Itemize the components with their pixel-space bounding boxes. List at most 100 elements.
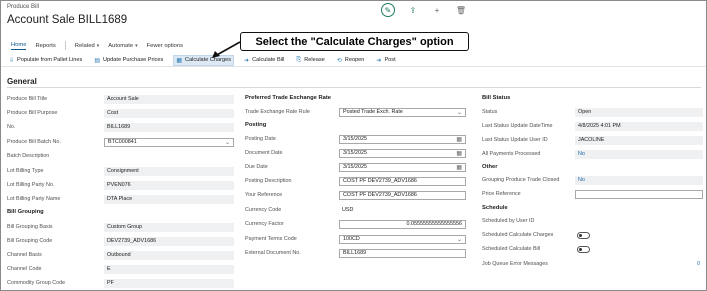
field-grouping-code: Bill Grouping Code DEV2739_ADV1686 — [7, 236, 234, 246]
edit-icon[interactable]: ✎ — [381, 3, 395, 17]
field-value: No — [575, 149, 703, 159]
tab-reports[interactable]: Reports — [35, 43, 55, 49]
release-icon: ⎘ — [296, 56, 302, 63]
field-value: DEV2739_ADV1686 — [104, 236, 234, 246]
menu-automate[interactable]: Automate ▾ — [108, 43, 137, 49]
due-date-value: 3/15/2025 — [343, 164, 367, 170]
payment-terms-value: 100CD — [343, 236, 360, 242]
field-batch-description: Batch Description — [7, 151, 49, 161]
external-doc-input[interactable]: BILL1689 — [339, 248, 466, 258]
field-label: Commodity Group Code — [7, 280, 66, 286]
field-document-date: Document Date 3/15/2025 ▦ — [245, 148, 466, 158]
post-button[interactable]: ➔ Post — [374, 55, 397, 66]
field-label: Channel Code — [7, 266, 42, 272]
field-label: All Payments Processed — [482, 151, 541, 157]
callout-arrow — [212, 41, 241, 58]
field-value: Consignment — [104, 166, 234, 176]
field-scheduled-calc-bill: Scheduled Calculate Bill — [482, 244, 540, 254]
batch-no-select[interactable]: BTC000841 ⌄ — [104, 137, 234, 147]
chevron-down-icon: ⌄ — [456, 236, 462, 243]
field-value: Open — [575, 107, 703, 117]
field-value: E — [104, 264, 234, 274]
due-date-input[interactable]: 3/15/2025 ▦ — [339, 162, 466, 172]
field-label: Currency Code — [245, 207, 282, 213]
chevron-down-icon: ⌄ — [224, 139, 230, 146]
field-grouping-basis: Bill Grouping Basis Custom Group — [7, 222, 234, 232]
field-label: Scheduled Calculate Bill — [482, 246, 541, 252]
field-job-queue-errors: Job Queue Error Messages 0 — [482, 259, 700, 269]
field-label: No. — [7, 124, 16, 130]
field-value: Outbound — [104, 250, 234, 260]
field-posting-description: Posting Description COST PF DEV2739_ADV1… — [245, 176, 466, 186]
field-label: Produce Bill Title — [7, 96, 48, 102]
field-posting-date: Posting Date 3/15/2025 ▦ — [245, 134, 466, 144]
price-reference-input[interactable] — [575, 189, 703, 199]
posting-date-value: 3/15/2025 — [343, 136, 367, 142]
add-icon[interactable]: + — [431, 4, 443, 16]
field-currency-factor: Currency Factor 0.05555555555555556 — [245, 219, 466, 229]
field-bill-title: Produce Bill Title — [7, 94, 47, 104]
fewer-options-link[interactable]: Fewer options — [147, 43, 183, 49]
tab-home[interactable]: Home — [11, 42, 27, 50]
menu-related[interactable]: Related ▾ — [75, 43, 100, 49]
scheduled-calc-charges-toggle[interactable] — [577, 232, 590, 239]
nav-divider — [64, 41, 66, 50]
update-prices-button[interactable]: ▤ Update Purchase Prices — [92, 55, 165, 66]
calendar-icon[interactable]: ▦ — [456, 164, 462, 171]
action-bar: ⇩ Populate from Pallet Lines ▤ Update Purc… — [1, 54, 706, 67]
nav-bar: Home Reports Related ▾ Automate ▾ Fewer op… — [11, 41, 192, 50]
instruction-callout: Select the "Calculate Charges" option — [240, 32, 469, 51]
field-no: No. BILL1689 — [7, 122, 234, 132]
update-prices-label: Update Purchase Prices — [103, 57, 164, 63]
field-label: Scheduled by User ID — [482, 218, 535, 224]
field-label: Channel Basis — [7, 252, 42, 258]
field-currency-code: Currency Code USD — [245, 205, 353, 215]
field-all-payments: All Payments Processed No — [482, 149, 703, 159]
field-label: External Document No. — [245, 250, 301, 256]
payment-terms-select[interactable]: 100CD ⌄ — [339, 234, 466, 244]
field-grouping-closed: Grouping Produce Trade Closed No — [482, 175, 703, 185]
scheduled-calc-bill-toggle[interactable] — [577, 246, 590, 253]
field-due-date: Due Date 3/15/2025 ▦ — [245, 162, 466, 172]
field-value: Custom Group — [104, 222, 234, 232]
menu-related-label: Related — [74, 42, 95, 49]
field-label: Lot Billing Party No. — [7, 182, 55, 188]
document-date-input[interactable]: 3/15/2025 ▦ — [339, 148, 466, 158]
field-label: Currency Factor — [245, 221, 284, 227]
other-heading: Other — [482, 164, 498, 170]
field-last-update-user: Last Status Update User ID JACOLINE — [482, 135, 703, 145]
posting-description-input[interactable]: COST PF DEV2739_ADV1686 — [339, 176, 466, 186]
your-reference-input[interactable]: COST PF DEV2739_ADV1686 — [339, 190, 466, 200]
release-button[interactable]: ⎘ Release — [294, 55, 326, 66]
field-label: Payment Terms Code — [245, 236, 297, 242]
field-batch-no: Produce Bill Batch No. BTC000841 ⌄ — [7, 137, 234, 147]
field-external-doc-no: External Document No. BILL1689 — [245, 248, 466, 258]
currency-factor-input[interactable]: 0.05555555555555556 — [339, 219, 466, 229]
calculate-bill-button[interactable]: ➜ Calculate Bill — [242, 55, 286, 66]
calculate-bill-label: Calculate Bill — [252, 57, 285, 63]
chevron-down-icon: ⌄ — [456, 109, 462, 116]
delete-icon[interactable]: 🗑 — [455, 4, 467, 16]
field-value: PF — [104, 278, 234, 288]
calendar-icon[interactable]: ▦ — [456, 150, 462, 157]
section-divider — [7, 87, 701, 88]
field-label: Produce Bill Batch No. — [7, 139, 61, 145]
calendar-icon[interactable]: ▦ — [456, 136, 462, 143]
top-icons: ✎ ⇪ + 🗑 — [381, 3, 467, 17]
job-queue-errors-link[interactable]: 0 — [575, 260, 703, 269]
share-icon[interactable]: ⇪ — [407, 4, 419, 16]
populate-button[interactable]: ⇩ Populate from Pallet Lines — [7, 55, 84, 66]
preferred-rate-heading: Preferred Trade Exchange Rate — [245, 95, 332, 101]
schedule-heading: Schedule — [482, 205, 508, 211]
field-label: Grouping Produce Trade Closed — [482, 177, 560, 183]
field-label: Posting Description — [245, 178, 292, 184]
field-bill-purpose: Produce Bill Purpose Cost — [7, 108, 234, 118]
field-label: Status — [482, 109, 498, 115]
field-value: USD — [342, 207, 354, 213]
posting-date-input[interactable]: 3/15/2025 ▦ — [339, 134, 466, 144]
field-label: Bill Grouping Code — [7, 238, 53, 244]
field-price-reference: Price Reference — [482, 189, 703, 199]
rate-rule-select[interactable]: Posted Trade Exch. Rate ⌄ — [339, 107, 466, 117]
field-channel-basis: Channel Basis Outbound — [7, 250, 234, 260]
reopen-button[interactable]: ⟲ Reopen — [335, 55, 367, 66]
